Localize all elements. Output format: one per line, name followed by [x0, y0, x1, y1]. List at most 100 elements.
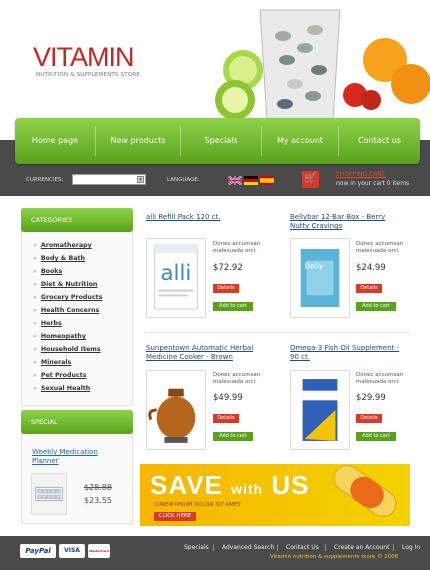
footer-divider	[325, 544, 326, 551]
category-link[interactable]: » Minerals	[33, 359, 71, 366]
footer-link-log-in[interactable]: Log In	[402, 544, 420, 551]
bullet-icon: »	[33, 268, 37, 275]
nav-my-account[interactable]: My account	[262, 118, 338, 164]
category-link[interactable]: » Aromatherapy	[33, 242, 92, 249]
category-link[interactable]: » Health Concerns	[33, 307, 99, 314]
flag-germany-icon[interactable]	[244, 176, 258, 185]
product-image-cooker[interactable]	[146, 370, 206, 450]
category-link[interactable]: » Body & Bath	[33, 255, 85, 262]
product-title[interactable]: Sunpentown Automatic Herbal Medicine Coo…	[146, 344, 266, 362]
category-label: Household Items	[40, 346, 101, 353]
category-link[interactable]: » Homeopathy	[33, 333, 86, 340]
category-label: Health Concerns	[40, 307, 100, 314]
special-product-name[interactable]: Weekly Medication Planner	[32, 448, 122, 466]
category-link[interactable]: » Grocery Products	[33, 294, 102, 301]
bullet-icon: »	[33, 242, 37, 249]
nav-contact-us[interactable]: Contact us	[339, 118, 420, 164]
product-price: $72.92	[213, 263, 243, 273]
product-desc: Donec accumsan malesuada orci.	[356, 372, 404, 385]
category-link[interactable]: » Books	[33, 268, 62, 275]
category-link[interactable]: » Sexual Health	[33, 385, 90, 392]
details-button[interactable]: Details	[213, 414, 239, 423]
category-label: Pet Products	[40, 372, 87, 379]
category-label: Body & Bath	[40, 255, 86, 262]
category-label: Herbs	[40, 320, 62, 327]
bullet-icon: »	[33, 359, 37, 366]
footer-link-create-account[interactable]: Create an Account	[334, 544, 389, 551]
divider	[146, 332, 410, 333]
footer-divider	[393, 544, 394, 551]
currency-select[interactable]: ▾	[72, 174, 146, 185]
details-button[interactable]: Details	[356, 284, 382, 293]
cart-info: now in your cart 0 items	[336, 180, 410, 187]
paypal-logo: PayPal	[20, 544, 56, 558]
bullet-icon: »	[33, 372, 37, 379]
capsule-graphic	[333, 464, 397, 518]
svg-text:alli: alli	[161, 261, 192, 286]
footer-link-advanced-search[interactable]: Advanced Search	[222, 544, 274, 551]
product-image-omega3[interactable]	[290, 370, 350, 450]
footer-link-contact-us[interactable]: Contact Us	[286, 544, 319, 551]
nav-home[interactable]: Home page	[15, 118, 95, 164]
add-to-cart-button[interactable]: Add to cart	[213, 432, 253, 441]
product-price: $49.99	[213, 393, 243, 403]
flag-uk-icon[interactable]	[228, 176, 242, 185]
category-label: Diet & Nutrition	[40, 281, 98, 288]
category-label: Homeopathy	[40, 333, 86, 340]
bullet-icon: »	[33, 281, 37, 288]
chevron-down-icon[interactable]: ▾	[137, 176, 144, 183]
add-to-cart-button[interactable]: Add to cart	[356, 432, 396, 441]
bullet-icon: »	[33, 294, 37, 301]
banner-title-with: with	[231, 481, 264, 497]
category-link[interactable]: » Pet Products	[33, 372, 86, 379]
currencies-label: CURRENCIES:	[26, 177, 64, 183]
product-desc: Donec accumsan malesuada orci.	[213, 372, 261, 385]
add-to-cart-button[interactable]: Add to cart	[356, 302, 396, 311]
flag-spain-icon[interactable]	[260, 176, 274, 185]
toolbar: CURRENCIES: ▾ LANGUAGE: 🛒 SHOPPING CART:…	[0, 166, 430, 196]
footer-divider	[213, 544, 214, 551]
product-price: $29.99	[356, 393, 386, 403]
product-price: $24.99	[356, 263, 386, 273]
product-image-alli[interactable]: alli	[146, 238, 206, 318]
mastercard-logo: MasterCard	[88, 544, 110, 558]
product-title[interactable]: Omega-3 Fish Oil Supplement - 90 ct.	[290, 344, 408, 362]
product-title[interactable]: alli Refill Pack 120 ct.	[146, 213, 266, 222]
special-new-price: $23.55	[84, 496, 112, 505]
banner-title: SAVE with US	[150, 470, 309, 501]
details-button[interactable]: Details	[356, 414, 382, 423]
cart-icon[interactable]: 🛒	[302, 171, 319, 188]
category-link[interactable]: » Diet & Nutrition	[33, 281, 97, 288]
category-label: Aromatherapy	[40, 242, 92, 249]
shopping-cart-link[interactable]: SHOPPING CART:	[336, 171, 386, 178]
category-link[interactable]: » Household Items	[33, 346, 101, 353]
logo-subtitle: NUTRITION & SUPPLEMENTS STORE	[36, 72, 141, 78]
product-image-bellybar[interactable]: Belly	[290, 238, 350, 318]
footer-link-specials[interactable]: Specials	[184, 544, 209, 551]
categories-heading: CATEGORIES	[21, 208, 133, 232]
special-product-image[interactable]	[31, 473, 67, 515]
footer-divider	[277, 544, 278, 551]
logo-title[interactable]: VITAMIN	[33, 42, 134, 73]
add-to-cart-button[interactable]: Add to cart	[213, 302, 253, 311]
nav-specials[interactable]: Specials	[181, 118, 261, 164]
svg-text:Belly: Belly	[305, 261, 324, 270]
category-label: Grocery Products	[40, 294, 103, 301]
banner-title-us: US	[271, 470, 310, 500]
category-link[interactable]: » Herbs	[33, 320, 62, 327]
bullet-icon: »	[33, 255, 37, 262]
product-desc: Donec accumsan malesuada orci.	[213, 241, 261, 254]
category-label: Sexual Health	[40, 385, 91, 392]
details-button[interactable]: Details	[213, 284, 239, 293]
special-old-price: $28.88	[84, 483, 112, 492]
bullet-icon: »	[33, 320, 37, 327]
footer: PayPal VISA MasterCard Specials Advanced…	[0, 536, 430, 570]
main-nav: Home page New products Specials My accou…	[15, 118, 420, 164]
product-title[interactable]: Bellybar 12-Bar Box - Berry Nutty Cravin…	[290, 213, 400, 231]
bullet-icon: »	[33, 346, 37, 353]
banner-title-save: SAVE	[150, 470, 223, 500]
bullet-icon: »	[33, 307, 37, 314]
promo-banner[interactable]: SAVE with US LOREM IPSUM DOLOR SIT AMET …	[140, 464, 410, 526]
banner-click-here-button[interactable]: CLICK HERE	[154, 512, 196, 521]
nav-new-products[interactable]: New products	[96, 118, 180, 164]
